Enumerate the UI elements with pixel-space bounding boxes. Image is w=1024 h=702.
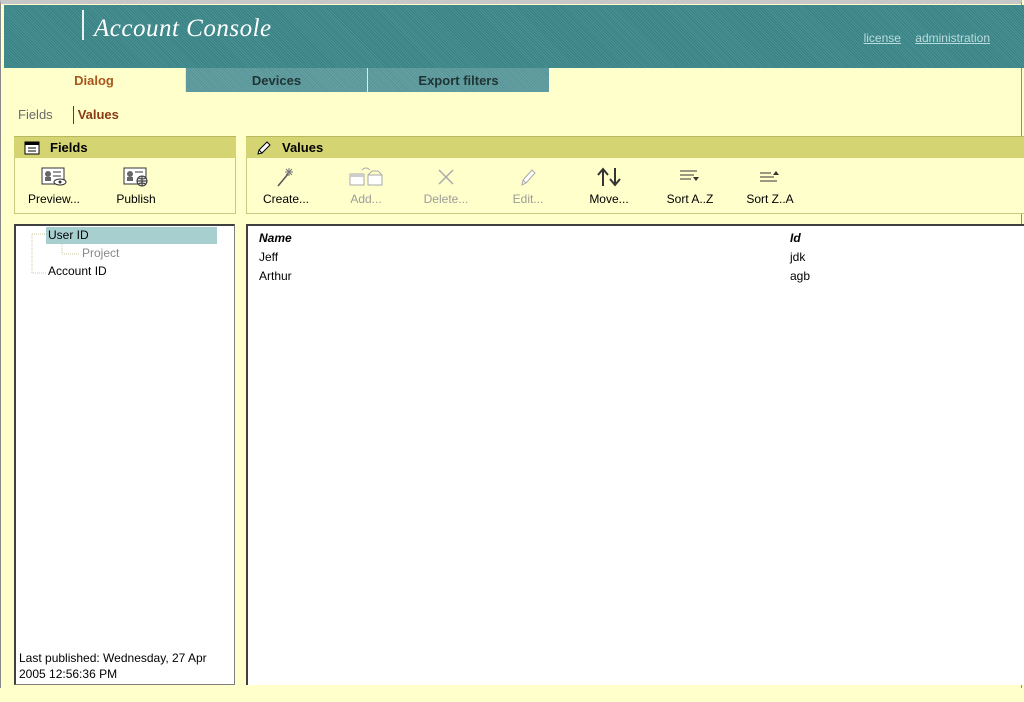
cell-name: Jeff xyxy=(259,250,279,264)
app-header: Account Console license administration xyxy=(4,5,1024,68)
preview-button[interactable]: Preview... xyxy=(21,158,87,206)
column-header-name[interactable]: Name xyxy=(259,231,292,245)
sort-az-icon xyxy=(657,166,723,188)
subnav-fields[interactable]: Fields xyxy=(18,107,53,122)
add-label: Add... xyxy=(350,192,382,206)
publish-label: Publish xyxy=(116,192,156,206)
values-panel-title: Values xyxy=(282,140,324,155)
sort-za-label: Sort Z..A xyxy=(746,192,794,206)
tab-devices[interactable]: Devices xyxy=(185,68,367,92)
sub-navigation: Fields Values xyxy=(18,106,119,124)
subnav-divider xyxy=(72,106,74,124)
create-button[interactable]: Create... xyxy=(251,158,321,206)
bottom-strip xyxy=(0,688,1024,700)
last-published-status: Last published: Wednesday, 27 Apr 2005 1… xyxy=(19,651,207,681)
delete-button[interactable]: Delete... xyxy=(413,158,479,206)
tree-node-label: User ID xyxy=(48,228,89,242)
sort-za-icon xyxy=(737,166,803,188)
administration-link[interactable]: administration xyxy=(915,31,990,45)
edit-icon xyxy=(495,166,561,188)
edit-button[interactable]: Edit... xyxy=(495,158,561,206)
values-toolbar: Create... Add... Delete... Edit... Move.… xyxy=(246,158,1024,214)
sort-az-button[interactable]: Sort A..Z xyxy=(657,158,723,206)
move-icon xyxy=(576,166,642,188)
table-row[interactable]: Jeff jdk xyxy=(248,248,1018,267)
values-table: Name Id Jeff jdk Arthur agb xyxy=(246,224,1024,685)
move-button[interactable]: Move... xyxy=(576,158,642,206)
title-divider xyxy=(82,10,84,40)
sort-az-label: Sort A..Z xyxy=(666,192,714,206)
tree-node-label: Project xyxy=(82,246,120,260)
preview-label: Preview... xyxy=(27,192,81,206)
tree-node-project[interactable]: Project xyxy=(82,246,119,260)
fields-toolbar: Preview... Publish xyxy=(14,158,236,214)
delete-label: Delete... xyxy=(423,192,469,206)
fields-tree: User ID Project Account ID Last publishe… xyxy=(14,224,235,685)
app-title: Account Console xyxy=(94,15,272,42)
delete-icon xyxy=(413,166,479,188)
publish-icon xyxy=(103,166,169,188)
move-label: Move... xyxy=(589,192,629,206)
publish-button[interactable]: Publish xyxy=(103,158,169,206)
edit-label: Edit... xyxy=(512,192,544,206)
header-links: license administration xyxy=(853,31,990,45)
preview-icon xyxy=(21,166,87,188)
table-row[interactable]: Arthur agb xyxy=(248,267,1018,286)
create-label: Create... xyxy=(262,192,310,206)
tree-node-account-id[interactable]: Account ID xyxy=(48,264,107,278)
values-panel-header: Values xyxy=(246,136,1024,158)
tab-dialog[interactable]: Dialog xyxy=(4,68,184,92)
tree-node-user-id[interactable]: User ID xyxy=(46,227,217,244)
cell-id: jdk xyxy=(790,250,806,264)
cell-id: agb xyxy=(790,269,811,283)
subnav-values[interactable]: Values xyxy=(78,107,119,122)
license-link[interactable]: license xyxy=(864,31,901,45)
fields-panel-title: Fields xyxy=(50,140,88,155)
tree-node-label: Account ID xyxy=(48,264,107,278)
create-icon xyxy=(251,166,321,188)
add-button[interactable]: Add... xyxy=(333,158,399,206)
sort-za-button[interactable]: Sort Z..A xyxy=(737,158,803,206)
add-icon xyxy=(333,166,399,188)
column-header-id[interactable]: Id xyxy=(790,231,801,245)
fields-panel-header: Fields xyxy=(14,136,236,158)
cell-name: Arthur xyxy=(259,269,292,283)
tab-export-filters[interactable]: Export filters xyxy=(367,68,549,92)
main-tabs: Dialog Devices Export filters xyxy=(4,68,1024,92)
